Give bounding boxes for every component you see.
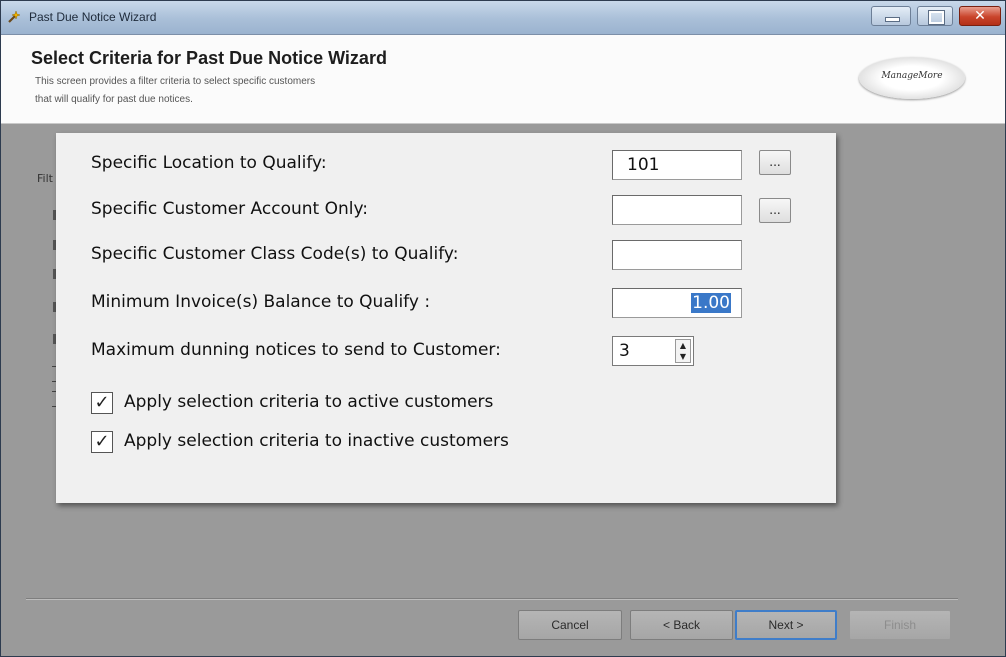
back-button[interactable]: < Back [630, 610, 733, 640]
close-button[interactable]: ✕ [959, 6, 1001, 26]
active-customers-checkbox[interactable]: ✓ [91, 392, 113, 414]
customer-account-lookup-button[interactable]: ... [759, 198, 791, 223]
next-button[interactable]: Next > [735, 610, 837, 640]
finish-button[interactable]: Finish [849, 610, 951, 640]
page-description: This screen provides a filter criteria t… [35, 76, 316, 105]
active-customers-label[interactable]: Apply selection criteria to active custo… [124, 392, 493, 412]
max-notices-value: 3 [619, 341, 630, 361]
max-notices-stepper[interactable]: 3 ▲ ▼ [612, 336, 694, 366]
criteria-panel: Specific Location to Qualify: 101 ... Sp… [56, 133, 836, 503]
footer-divider [26, 598, 958, 600]
location-input[interactable]: 101 [612, 150, 742, 180]
cancel-button[interactable]: Cancel [518, 610, 622, 640]
stepper-arrows-icon[interactable]: ▲ ▼ [675, 339, 691, 363]
max-notices-label: Maximum dunning notices to send to Custo… [91, 340, 501, 360]
min-balance-label: Minimum Invoice(s) Balance to Qualify : [91, 292, 431, 312]
min-balance-value: 1.00 [691, 293, 731, 313]
title-bar[interactable]: Past Due Notice Wizard ✕ [1, 1, 1005, 35]
close-icon: ✕ [974, 8, 986, 24]
location-lookup-button[interactable]: ... [759, 150, 791, 175]
maximize-button[interactable] [917, 6, 953, 26]
customer-account-input[interactable] [612, 195, 742, 225]
page-title: Select Criteria for Past Due Notice Wiza… [31, 48, 387, 68]
background-filter-label: Filt [37, 172, 53, 185]
customer-account-label: Specific Customer Account Only: [91, 199, 369, 219]
wizard-window: Past Due Notice Wizard ✕ Select Criteria… [0, 0, 1006, 657]
minimize-button[interactable] [871, 6, 911, 26]
window-title: Past Due Notice Wizard [29, 10, 157, 24]
location-label: Specific Location to Qualify: [91, 153, 327, 173]
wizard-header: Select Criteria for Past Due Notice Wiza… [1, 35, 1005, 124]
min-balance-input[interactable]: 1.00 [612, 288, 742, 318]
wizard-icon [8, 10, 21, 23]
inactive-customers-label[interactable]: Apply selection criteria to inactive cus… [124, 431, 509, 451]
inactive-customers-checkbox[interactable]: ✓ [91, 431, 113, 453]
logo-text: ManageMore [881, 71, 943, 81]
class-code-input[interactable] [612, 240, 742, 270]
class-code-label: Specific Customer Class Code(s) to Quali… [91, 244, 459, 264]
company-logo: ManageMore [859, 57, 965, 99]
checkmark-icon: ✓ [94, 392, 110, 413]
checkmark-icon: ✓ [94, 431, 110, 452]
